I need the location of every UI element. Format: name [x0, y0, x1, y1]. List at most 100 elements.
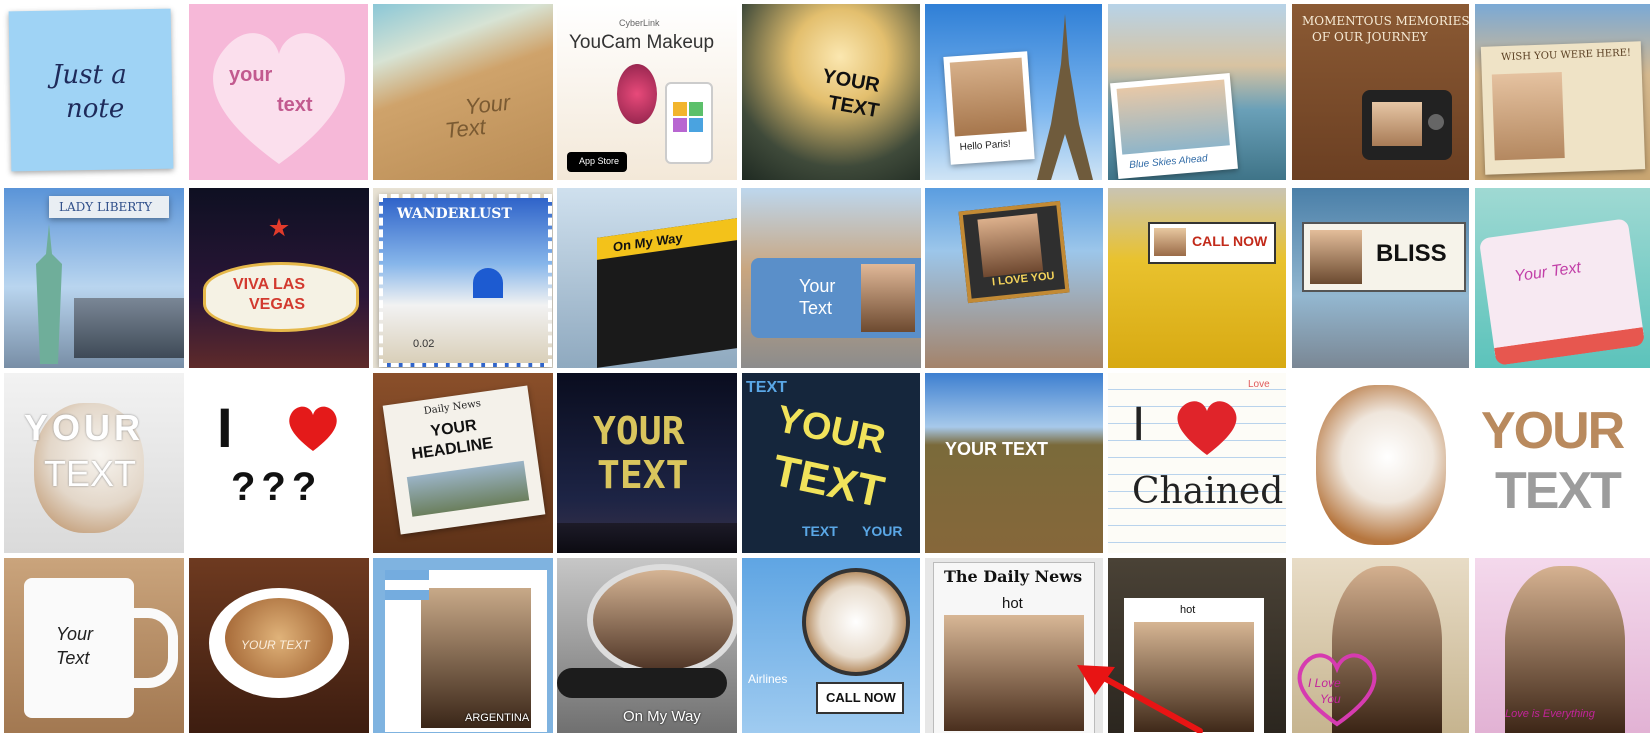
template-tile-argentina[interactable]: ARGENTINA [373, 558, 553, 733]
note-line-1: Just a [52, 60, 127, 90]
i-heart-question: ??? [231, 465, 323, 509]
newspaper-page: The Daily News hot [933, 562, 1095, 733]
headline-line-2: HEADLINE [410, 434, 494, 464]
template-tile-viva-las-vegas[interactable]: VIVA LAS VEGAS [189, 188, 369, 368]
template-tile-sand[interactable]: Your Text [373, 4, 553, 180]
camera-icon [1362, 90, 1452, 160]
mug-line-1: Your [56, 624, 94, 644]
template-tile-postcard[interactable]: WISH YOU WERE HERE! [1475, 4, 1650, 180]
template-tile-youcam-makeup[interactable]: CyberLink YouCam Makeup App Store [557, 4, 737, 180]
hills-label: YOUR TEXT [945, 439, 1049, 459]
portrait-heart-line-2: You [1320, 692, 1341, 706]
cake-shape: Your Text [1478, 218, 1646, 366]
template-tile-memories[interactable]: MOMENTOUS MEMORIES OF OUR JOURNEY [1292, 4, 1469, 180]
bliss-label: BLISS [1376, 240, 1447, 267]
typo-word-1: TEXT [746, 379, 787, 396]
app-store-label: App Store [579, 156, 620, 166]
phone-icon [665, 82, 713, 164]
template-tile-i-heart[interactable]: I ??? [189, 373, 369, 553]
template-tile-hollywood-hills[interactable]: YOUR TEXT [925, 373, 1103, 553]
template-tile-mug[interactable]: Your Text [4, 558, 184, 733]
template-tile-dog-circle[interactable]: CALL NOW Airlines [742, 558, 920, 733]
mirror-label: On My Way [623, 708, 701, 725]
cake-label: Your Text [1513, 259, 1582, 286]
bliss-billboard: BLISS [1302, 222, 1466, 292]
portrait-pink-caption: Love is Everything [1505, 708, 1595, 720]
template-tile-latte[interactable]: YOUR TEXT [189, 558, 369, 733]
statue-icon [36, 224, 62, 364]
dog-circle-icon [802, 568, 910, 676]
handlebar [557, 668, 727, 698]
star-icon [269, 218, 289, 237]
typo-word-4: YOUR [862, 523, 903, 539]
template-tile-bliss[interactable]: BLISS [1292, 188, 1469, 368]
dog-text-line-1: YOUR [24, 407, 145, 448]
template-tile-typography[interactable]: TEXT YOUR TEXT YOUR TEXT [742, 373, 920, 553]
eiffel-caption: Hello Paris! [959, 138, 1012, 154]
template-tile-heart-words[interactable]: your text [189, 4, 368, 180]
fireworks-line-2: TEXT [597, 453, 689, 497]
heart-word-your: your [229, 64, 273, 86]
template-tile-portrait-heart[interactable]: I Love You [1292, 558, 1469, 733]
template-tile-just-a-note[interactable]: Just a note [0, 0, 180, 180]
template-tile-eiffel[interactable]: Hello Paris! [925, 4, 1102, 180]
template-tile-wanderlust[interactable]: WANDERLUST 0.02 [373, 188, 553, 368]
tram-line-1: Your [799, 276, 836, 296]
tram-line-2: Text [799, 298, 833, 318]
template-tile-tram[interactable]: Your Text [741, 188, 921, 368]
chained-i: I [1132, 398, 1146, 451]
canal-caption: Blue Skies Ahead [1128, 153, 1209, 172]
template-tile-brick-billboard[interactable]: I LOVE YOU [925, 188, 1103, 368]
template-tile-cake[interactable]: Your Text [1475, 188, 1650, 368]
billboard-frame: I LOVE YOU [958, 200, 1070, 304]
note-line-2: note [66, 94, 125, 124]
template-tile-mirror[interactable]: On My Way [557, 558, 737, 733]
skyline [557, 523, 737, 553]
template-gallery-grid: Just a note your text Your Text CyberLin… [0, 0, 1650, 733]
template-tile-fireworks[interactable]: YOUR TEXT [557, 373, 737, 553]
template-tile-on-my-way-board[interactable]: On My Way [557, 188, 737, 368]
app-store-badge: App Store [567, 152, 627, 172]
mug-line-2: Text [56, 648, 90, 668]
dome-icon [473, 268, 503, 298]
tram-body: Your Text [751, 258, 921, 338]
newspaper-stack: Daily News YOUR HEADLINE [382, 385, 546, 535]
template-tile-headline[interactable]: Daily News YOUR HEADLINE [373, 373, 553, 553]
argentina-frame: ARGENTINA [379, 564, 553, 733]
departure-board: On My Way [597, 218, 737, 368]
template-tile-portrait-pink[interactable]: Love is Everything [1475, 558, 1650, 733]
template-tile-taxi[interactable]: CALL NOW [1108, 188, 1286, 368]
eiffel-tower-icon [1037, 14, 1093, 180]
heart-word-text: text [277, 94, 313, 116]
newspaper-title: The Daily News [944, 567, 1083, 586]
dog-circle-call: CALL NOW [826, 690, 896, 705]
liberty-label: LADY LIBERTY [59, 200, 153, 214]
mug-handle [128, 608, 178, 688]
youcam-brand: CyberLink [619, 18, 660, 28]
cutout-line-1: YOUR [1481, 402, 1625, 460]
dog-text-line-2: TEXT [44, 453, 137, 494]
chained-word: Chained [1132, 471, 1284, 512]
template-tile-lady-liberty[interactable]: LADY LIBERTY [4, 188, 184, 368]
template-tile-sign-hands[interactable]: YOUR TEXT [742, 4, 920, 180]
mirror-icon [587, 564, 737, 676]
heart-shape-icon [213, 33, 345, 164]
typo-word-5: TEXT [802, 523, 838, 539]
red-heart-icon [285, 403, 341, 453]
mug-icon: Your Text [24, 578, 134, 718]
template-tile-printer[interactable]: hot [1108, 558, 1286, 733]
wanderlust-price: 0.02 [413, 338, 435, 350]
printed-page: hot [1124, 598, 1264, 733]
vegas-line-2: VEGAS [249, 296, 306, 313]
dog-face-icon [1316, 385, 1446, 545]
fireworks-line-1: YOUR [593, 409, 685, 453]
template-tile-cutout-text[interactable]: YOUR TEXT [1475, 373, 1650, 553]
template-tile-chained[interactable]: I Chained Love [1108, 373, 1286, 553]
argentina-flag-icon [385, 570, 429, 600]
template-tile-canal[interactable]: Blue Skies Ahead [1108, 4, 1286, 180]
template-tile-dog-text[interactable]: YOUR TEXT [4, 373, 184, 553]
headline-paper-name: Daily News [423, 398, 482, 418]
taxi-topper: CALL NOW [1148, 222, 1276, 264]
template-tile-newspaper[interactable]: The Daily News hot [925, 558, 1103, 733]
template-tile-dog[interactable] [1292, 373, 1469, 553]
